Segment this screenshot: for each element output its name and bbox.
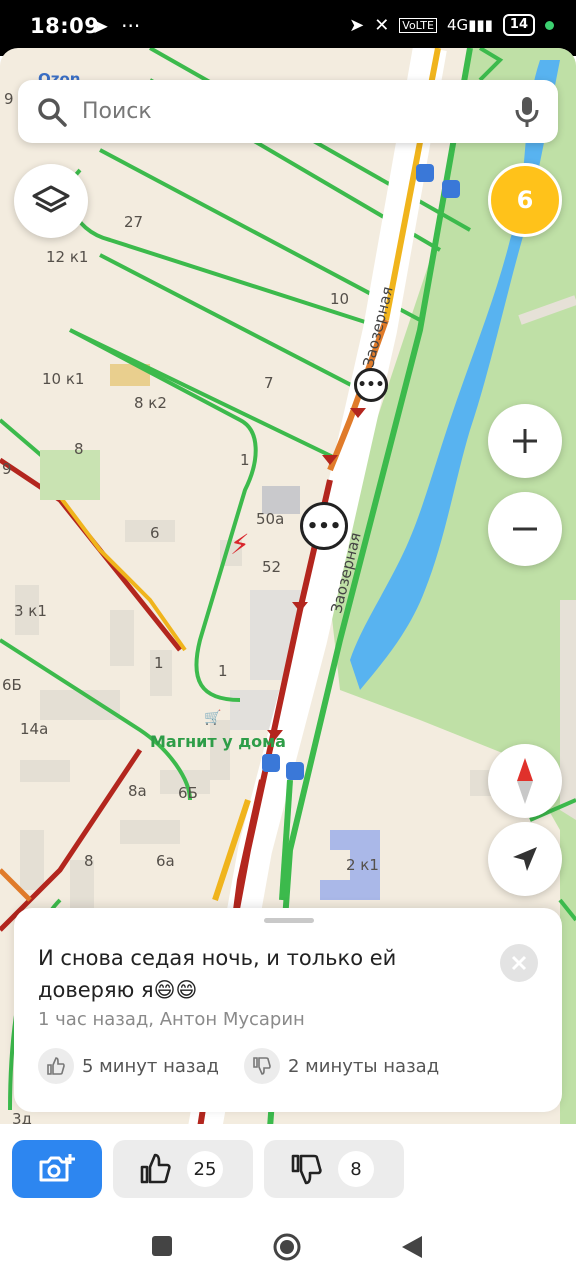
back-button[interactable] xyxy=(400,1234,424,1260)
compass-icon xyxy=(517,758,533,804)
map-label: 14а xyxy=(20,720,49,738)
accident-icon[interactable]: ⚡ xyxy=(230,530,260,560)
map-label: 6 xyxy=(150,524,160,542)
thumbs-up-icon xyxy=(38,1048,74,1084)
layers-button[interactable] xyxy=(14,164,88,238)
like-info: 5 минут назад xyxy=(38,1048,219,1084)
dislike-button[interactable]: 8 xyxy=(264,1140,404,1198)
dislike-info: 2 минуты назад xyxy=(244,1048,439,1084)
road-event-card[interactable]: И снова седая ночь, и только ей доверяю … xyxy=(14,908,562,1112)
zoom-in-button[interactable] xyxy=(488,404,562,478)
search-bar[interactable] xyxy=(18,80,558,143)
comment-meta: 1 час назад, Антон Мусарин xyxy=(38,1009,305,1030)
road-event-chat-icon-selected[interactable]: ••• xyxy=(300,502,348,550)
map-label: 2 к1 xyxy=(346,856,379,874)
telegram-icon: ➤ xyxy=(92,14,109,38)
more-icon: ··· xyxy=(121,14,141,38)
like-time: 5 минут назад xyxy=(82,1055,219,1077)
map-label: 1 xyxy=(240,451,250,469)
map-label: 1 xyxy=(154,654,164,672)
add-photo-button[interactable] xyxy=(12,1140,102,1198)
map-label: 27 xyxy=(124,213,144,231)
bus-stop-icon[interactable] xyxy=(286,762,304,780)
bus-stop-icon[interactable] xyxy=(442,180,460,198)
map-label: 7 xyxy=(264,374,274,392)
system-icons: ➤ ✕ VoLTE 4G▮▮▮ 14 xyxy=(349,14,554,36)
map-label: 9 xyxy=(4,90,14,108)
map-label: 1 xyxy=(218,662,228,680)
map-label: 8 xyxy=(84,852,94,870)
comment-text: И снова седая ночь, и только ей доверяю … xyxy=(38,946,397,1002)
location-icon: ➤ xyxy=(349,14,365,36)
map-label: 8а xyxy=(128,782,147,800)
map-label: 8 xyxy=(74,440,84,458)
drag-handle[interactable] xyxy=(264,918,314,923)
search-input[interactable] xyxy=(82,92,482,130)
volte-icon: VoLTE xyxy=(399,17,437,33)
notification-icons: ➤ ··· xyxy=(92,14,140,38)
map-label: 10 xyxy=(330,290,350,308)
thumbs-down-icon xyxy=(291,1154,322,1185)
my-location-button[interactable] xyxy=(488,822,562,896)
road-event-chat-icon[interactable]: ••• xyxy=(354,368,388,402)
privacy-indicator-icon xyxy=(545,20,554,30)
zoom-out-button[interactable] xyxy=(488,492,562,566)
map-label: 52 xyxy=(262,558,282,576)
dislike-time: 2 минуты назад xyxy=(288,1055,440,1077)
system-navigation-bar xyxy=(0,1214,576,1280)
dislike-count: 8 xyxy=(338,1151,374,1187)
search-icon xyxy=(38,98,67,127)
bus-stop-icon[interactable] xyxy=(416,164,434,182)
action-bar: 25 8 xyxy=(0,1124,576,1214)
layers-icon xyxy=(32,185,70,213)
traffic-level-badge[interactable]: 6 xyxy=(488,163,562,237)
shop-icon[interactable]: 🛒 xyxy=(204,710,221,726)
poi-label[interactable]: Магнит у дома xyxy=(150,732,286,751)
thumbs-up-icon xyxy=(140,1153,171,1184)
close-button[interactable] xyxy=(500,944,538,982)
map-label: 12 к1 xyxy=(46,248,89,266)
home-button[interactable] xyxy=(272,1232,302,1262)
signal-4g-icon: 4G▮▮▮ xyxy=(446,16,493,34)
bus-stop-icon[interactable] xyxy=(262,754,280,772)
map-label: 8 к2 xyxy=(134,394,167,412)
thumbs-down-icon xyxy=(244,1048,280,1084)
compass-button[interactable] xyxy=(488,744,562,818)
navigation-arrow-icon xyxy=(513,847,537,871)
microphone-icon[interactable] xyxy=(514,95,540,129)
map-label: 6а xyxy=(156,852,175,870)
map-label: 6Б xyxy=(2,676,22,694)
vibrate-off-icon: ✕ xyxy=(374,14,390,36)
map-label: 9 xyxy=(2,460,12,478)
camera-plus-icon xyxy=(39,1154,75,1182)
status-time: 18:09 xyxy=(30,14,100,38)
plus-icon xyxy=(513,429,537,453)
recent-apps-button[interactable] xyxy=(150,1234,174,1258)
close-icon xyxy=(511,955,527,971)
like-button[interactable]: 25 xyxy=(113,1140,253,1198)
map-label: 50а xyxy=(256,510,285,528)
like-count: 25 xyxy=(187,1151,223,1187)
minus-icon xyxy=(513,527,537,531)
battery-icon: 14 xyxy=(502,14,535,36)
map-label: 10 к1 xyxy=(42,370,85,388)
map-label: 6Б xyxy=(178,784,198,802)
map-label: 3 к1 xyxy=(14,602,47,620)
